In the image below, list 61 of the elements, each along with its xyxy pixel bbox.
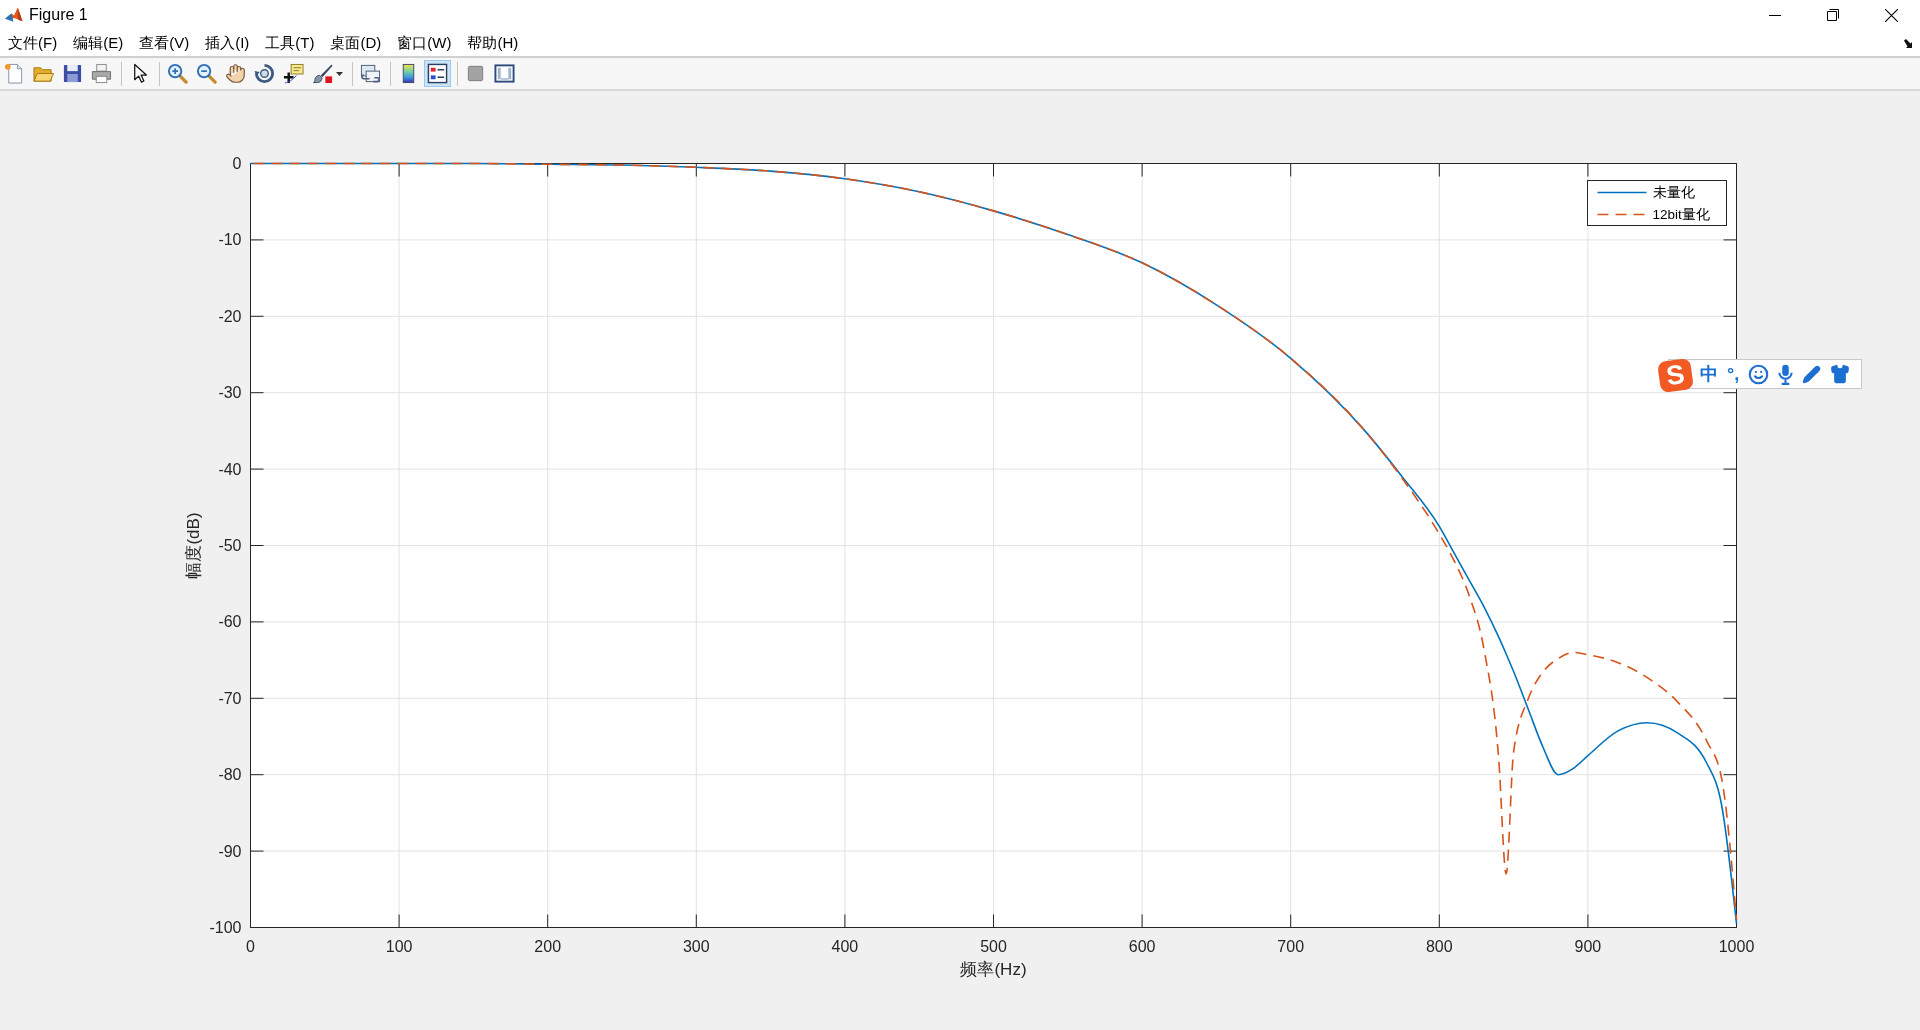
y-tick-label: -40: [218, 460, 242, 478]
zoom-out-icon: [196, 63, 217, 84]
solid-line-icon: [1596, 191, 1648, 194]
legend-icon: [427, 63, 448, 84]
x-tick-label: 200: [534, 938, 562, 955]
menu-item[interactable]: 工具(T): [257, 31, 323, 55]
x-tick-label: 600: [1128, 938, 1156, 955]
legend-button[interactable]: [424, 60, 451, 87]
window-title: Figure 1: [29, 6, 89, 24]
close-icon: [1884, 8, 1898, 22]
y-tick-label: -30: [218, 384, 242, 402]
y-tick-label: -100: [209, 919, 242, 936]
window-icon: [494, 63, 515, 84]
x-tick-label: 100: [385, 938, 413, 955]
y-tick-label: -50: [218, 537, 242, 554]
y-tick-label: 0: [232, 155, 242, 172]
minimize-icon: [1769, 14, 1781, 16]
legend-label: 12bit量化: [1652, 207, 1710, 222]
menu-item[interactable]: 窗口(W): [389, 31, 460, 55]
dashed-line-icon: [1596, 213, 1648, 216]
blank-page-icon: [4, 63, 25, 84]
x-tick-label: 700: [1277, 938, 1305, 955]
y-axis-title: 幅度(dB): [183, 512, 203, 579]
dock-arrow-icon[interactable]: [1904, 38, 1914, 48]
y-tick-label: -10: [218, 231, 242, 249]
x-tick-label: 400: [831, 938, 859, 955]
y-tick-label: -70: [218, 689, 242, 707]
input-mode-toggle[interactable]: 中: [1700, 363, 1718, 385]
square-icon: [465, 63, 486, 84]
x-tick-label: 800: [1425, 938, 1453, 955]
smiley-icon[interactable]: [1748, 363, 1770, 385]
x-tick-label: 500: [980, 938, 1007, 955]
printer-icon: [91, 63, 112, 84]
x-axis-title: 频率(Hz): [960, 960, 1027, 979]
y-tick-label: -60: [218, 613, 242, 631]
x-tick-label: 1000: [1718, 938, 1755, 955]
menu-item[interactable]: 编辑(E): [65, 31, 132, 55]
hand-icon: [225, 63, 246, 84]
legend-label: 未量化: [1652, 185, 1695, 200]
rotate-icon: [254, 63, 275, 84]
x-tick-label: 300: [682, 938, 710, 955]
x-tick-label: 900: [1574, 938, 1602, 955]
caret-icon: [336, 71, 343, 76]
menu-item[interactable]: 插入(I): [197, 31, 258, 55]
punctuation-toggle[interactable]: °,: [1727, 363, 1740, 385]
restore-icon: [1827, 9, 1839, 21]
menu-item[interactable]: 查看(V): [131, 31, 198, 55]
menu-item[interactable]: 文件(F): [0, 31, 66, 55]
menu-item[interactable]: 桌面(D): [322, 31, 390, 55]
menu-item[interactable]: 帮助(H): [459, 31, 527, 55]
data-tip-icon: [283, 63, 304, 84]
linked-windows-icon: [360, 63, 381, 84]
microphone-icon[interactable]: [1778, 363, 1794, 385]
shirt-icon[interactable]: [1830, 364, 1851, 384]
brush-icon: [312, 63, 333, 84]
zoom-in-icon: [167, 63, 188, 84]
y-tick-label: -90: [218, 842, 242, 860]
pencil-icon[interactable]: [1802, 364, 1822, 384]
x-tick-label: 0: [246, 938, 255, 955]
y-tick-label: -20: [218, 307, 242, 325]
y-tick-label: -80: [218, 766, 242, 784]
